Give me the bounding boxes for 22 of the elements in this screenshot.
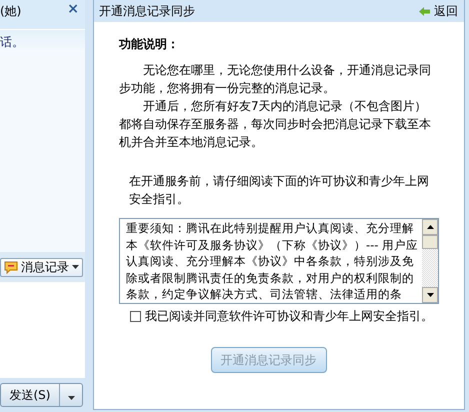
close-icon[interactable]: × [67,3,79,29]
chat-bubble-icon [4,260,18,274]
description-paragraph: 无论您在哪里，无论您使用什么设备，开通消息记录同步功能，您将拥有一份完整的消息记录。 [119,62,432,97]
scroll-up-icon[interactable] [426,225,434,229]
scroll-thumb[interactable] [422,235,438,249]
scroll-down-icon[interactable] [426,293,434,297]
arrow-left-icon [419,6,430,16]
back-link[interactable]: 返回 [419,2,458,20]
description-paragraph: 开通后，您所有好友7天内的消息记录（不包含图片）都将自动保存至服务器，每次同步时会把消息记录下载至本机并合并至本地消息记录。 [119,98,432,151]
caret-icon [72,265,79,269]
panel-title: 开通消息记录同步 [99,2,195,20]
agree-label: 我已阅读并同意软件许可协议和青少年上网安全指引。 [145,308,433,325]
message-text: 话。 [0,35,24,49]
section-heading: 功能说明： [119,36,180,53]
notice-text: 在开通服务前，请仔细阅读下面的许可协议和青少年上网安全指引。 [129,173,430,208]
agree-checkbox[interactable] [130,311,141,322]
chat-title: (她) [0,3,22,20]
license-text: 重要须知：腾讯在此特别提醒用户认真阅读、充分理解本《软件许可及服务协议》（下称《协议》）--- 用户应认真阅读、充分理解本《协议》中各条款，特别涉及免除或者限制腾讯责任的免责条款，对用户的权利限制的条款，约定争议解决方式、司法管辖、法律适用的条 [125,220,420,303]
caret-icon [68,396,74,400]
message-input[interactable] [0,282,85,378]
history-button[interactable]: 消息记录 [0,258,83,276]
scrollbar[interactable] [422,219,438,303]
